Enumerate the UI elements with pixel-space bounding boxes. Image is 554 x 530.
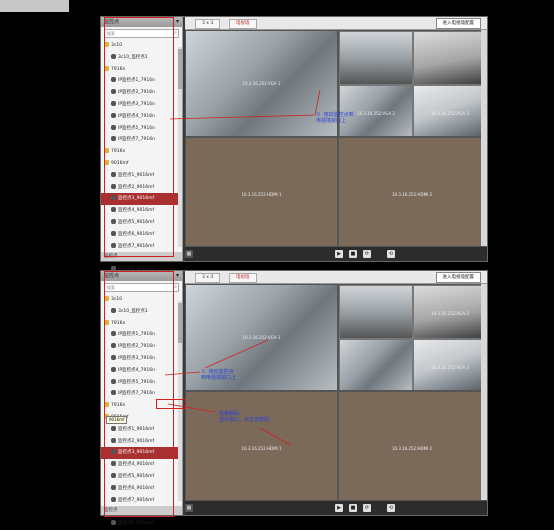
refresh-button[interactable]: ⟳: [363, 250, 371, 258]
refresh-button[interactable]: ⟳: [363, 504, 371, 512]
highlight-box-sidebar: [104, 17, 174, 257]
stop-button[interactable]: ■: [349, 250, 357, 258]
wall-window-2[interactable]: 10.3.16.252:VGA 2 10.3.16.252:VGA 3: [338, 284, 486, 391]
annotation-batch: 批量解码: 选中窗口，点击该按钮: [219, 411, 270, 423]
control-bar: ▦ ▶ ■ ⟳ ⟲: [185, 500, 487, 515]
wall-window-3[interactable]: 10.3.16.252:HDMI 1: [185, 391, 338, 502]
sub-window-1[interactable]: [339, 31, 413, 85]
search-icon[interactable]: ⌕: [174, 30, 177, 37]
main-view: 3 x 3 电视墙 进入电视墙配置 10.3.16.252:VGA 1 10.3…: [185, 17, 487, 261]
tree-item[interactable]: 监控点9_9016mf: [101, 518, 182, 530]
wall-window-2[interactable]: 10.3.16.252:VGA 2 10.3.16.252:VGA 3: [338, 30, 486, 137]
wall-window-3[interactable]: 10.3.16.252:HDMI 1: [185, 137, 338, 248]
collapse-icon[interactable]: ▾: [176, 271, 179, 281]
sub-window-4[interactable]: 10.3.16.252:VGA 3: [413, 85, 485, 136]
sub-window-4[interactable]: 10.3.16.252:VGA 3: [413, 339, 485, 390]
annotation-drag: ①. 拖动监控点 到电视墙窗口上: [201, 369, 237, 381]
sub-window-3[interactable]: [339, 339, 413, 390]
tab-tv-wall[interactable]: 电视墙: [229, 273, 257, 283]
search-icon[interactable]: ⌕: [174, 284, 177, 291]
enter-wall-config-button[interactable]: 进入电视墙配置: [435, 18, 481, 29]
video-wall-grid: 10.3.16.252:VGA 1 10.3.16.252:VGA 2 10.3…: [185, 284, 486, 502]
sidebar-scrollbar[interactable]: [178, 47, 182, 247]
sub-window-1[interactable]: [339, 285, 413, 339]
tab-bar: 3 x 3 电视墙 进入电视墙配置: [185, 271, 487, 284]
tab-tv-wall[interactable]: 电视墙: [229, 19, 257, 29]
stop-button[interactable]: ■: [349, 504, 357, 512]
tab-layout[interactable]: 3 x 3: [195, 19, 221, 29]
highlight-box-folder: [156, 399, 186, 409]
batch-decode-button[interactable]: ⟲: [387, 504, 395, 512]
tab-bar: 3 x 3 电视墙 进入电视墙配置: [185, 17, 487, 30]
annotation-drag: ①. 拖动监控点到 电视墙窗口上: [316, 112, 354, 124]
collapse-icon[interactable]: ▾: [176, 17, 179, 27]
wall-window-4[interactable]: 10.3.16.252:HDMI 2: [338, 137, 486, 248]
video-wall-grid: 10.3.16.252:VGA 1 10.3.16.252:VGA 2 10.3…: [185, 30, 486, 248]
screenshot-panel-1: 监控点 ▾ 搜索 ⌕ 3c10 3c10_监控点1 7916n IP监控点1_7916n I…: [100, 16, 488, 272]
sub-window-2[interactable]: 10.3.16.252:VGA 2: [413, 285, 485, 339]
grid-scrollbar[interactable]: [481, 30, 487, 248]
control-bar: ▦ ▶ ■ ⟳ ⟲: [185, 246, 487, 261]
grid-icon[interactable]: ▦: [185, 250, 193, 258]
top-bar: [0, 0, 69, 12]
highlight-box-sidebar: [104, 271, 174, 517]
play-button[interactable]: ▶: [335, 504, 343, 512]
tab-layout[interactable]: 3 x 3: [195, 273, 221, 283]
sub-window-3[interactable]: 10.3.16.252:VGA 2: [339, 85, 413, 136]
batch-decode-button[interactable]: ⟲: [387, 250, 395, 258]
grid-icon[interactable]: ▦: [185, 504, 193, 512]
wall-window-4[interactable]: 10.3.16.252:HDMI 2: [338, 391, 486, 502]
sub-window-2[interactable]: [413, 31, 485, 85]
main-view: 3 x 3 电视墙 进入电视墙配置 10.3.16.252:VGA 1 10.3…: [185, 271, 487, 515]
enter-wall-config-button[interactable]: 进入电视墙配置: [435, 272, 481, 283]
screenshot-panel-2: 监控点 ▾ 搜索 ⌕ 3c10 3c10_监控点1 7916n IP监控点1_7916n I…: [100, 270, 488, 526]
play-button[interactable]: ▶: [335, 250, 343, 258]
grid-scrollbar[interactable]: [481, 284, 487, 502]
camera-icon: [111, 520, 116, 526]
